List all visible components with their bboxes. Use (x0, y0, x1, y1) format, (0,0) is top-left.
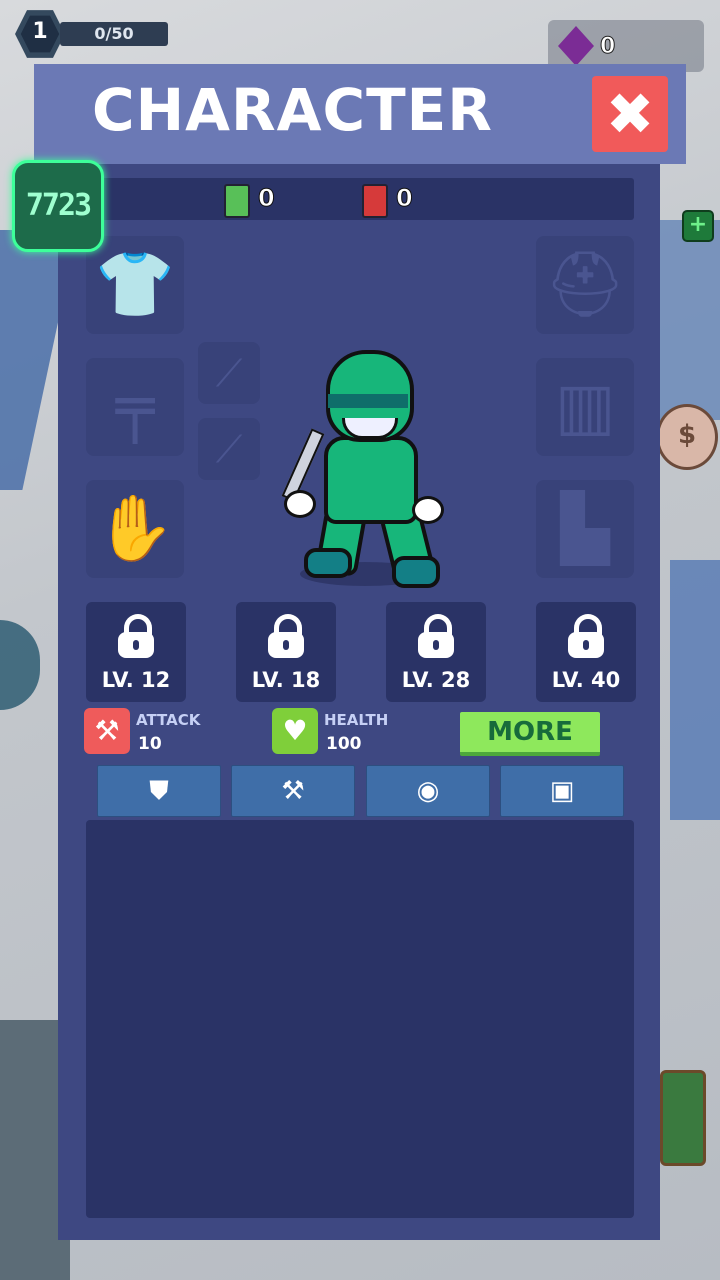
tab-armor[interactable]: ⛊ (97, 765, 221, 817)
green-cash-count: 0 (258, 184, 276, 213)
more-button[interactable]: MORE (460, 712, 600, 756)
glove-slot[interactable]: ✋ (86, 480, 184, 578)
whip-slot[interactable]: ⟋ (198, 418, 260, 480)
helmet-slot[interactable]: ⛑ (536, 236, 634, 334)
heart-icon: ♥ (272, 708, 318, 754)
unlock-level-label: LV. 40 (551, 668, 621, 692)
xp-progress-bar: 0/50 (60, 22, 168, 46)
health-label: HEALTH (324, 711, 389, 729)
inventory-list (86, 820, 634, 1218)
tab-pets[interactable]: ◉ (366, 765, 490, 817)
anvil-icon: ⚒ (84, 708, 130, 754)
coin-counter: 7723 (12, 160, 104, 252)
helmet-icon: ⛑ (544, 248, 626, 322)
add-currency-button[interactable]: + (682, 210, 714, 242)
gem-count: 0 (599, 34, 616, 60)
locked-slot[interactable]: LV. 28 (386, 602, 486, 702)
unlock-level-label: LV. 18 (251, 668, 321, 692)
armor-tab-icon: ⛊ (149, 776, 169, 806)
shirt-slot[interactable]: 👕 (86, 236, 184, 334)
character-model[interactable] (280, 350, 444, 590)
attack-label: ATTACK (136, 711, 201, 729)
pet-tab-icon: ◉ (416, 776, 440, 806)
tab-weapons[interactable]: ⚒ (231, 765, 355, 817)
page-title: CHARACTER (92, 76, 493, 144)
level-number: 1 (32, 19, 48, 44)
red-cash-count: 0 (396, 184, 414, 213)
locked-slot[interactable]: LV. 12 (86, 602, 186, 702)
player-level-badge: 1 (14, 8, 66, 60)
vest-slot[interactable]: ▥ (536, 358, 634, 456)
ice-rock (0, 620, 40, 710)
ice-rock (670, 560, 720, 820)
weapon-slot[interactable]: ╤ (86, 358, 184, 456)
unlock-level-label: LV. 28 (401, 668, 471, 692)
lock-icon (418, 614, 454, 658)
vest-icon: ▥ (554, 370, 616, 444)
chest-tab-icon: ▣ (549, 776, 575, 806)
boot-icon: ▙ (560, 492, 610, 566)
tab-chests[interactable]: ▣ (500, 765, 624, 817)
health-value: 100 (326, 734, 362, 754)
locked-slot[interactable]: LV. 18 (236, 602, 336, 702)
unlock-level-label: LV. 12 (101, 668, 171, 692)
green-cash-icon (224, 184, 250, 218)
locked-slot[interactable]: LV. 40 (536, 602, 636, 702)
shirt-icon: 👕 (95, 248, 175, 322)
shovel-slot[interactable]: ⟋ (198, 342, 260, 404)
close-button[interactable]: ✖ (592, 76, 668, 152)
attack-value: 10 (138, 734, 162, 754)
lock-icon (268, 614, 304, 658)
lock-icon (118, 614, 154, 658)
red-cash-icon (362, 184, 388, 218)
whip-icon: ⟋ (215, 427, 243, 471)
rifle-icon: ╤ (115, 370, 155, 444)
boot-slot[interactable]: ▙ (536, 480, 634, 578)
lock-icon (568, 614, 604, 658)
ice-rock (660, 220, 720, 420)
axe-tab-icon: ⚒ (281, 776, 305, 806)
piggy-bank-icon[interactable]: $ (656, 404, 718, 470)
shovel-icon: ⟋ (215, 351, 243, 395)
backpack-icon[interactable] (660, 1070, 706, 1166)
glove-icon: ✋ (95, 492, 175, 566)
currency-bar (86, 178, 634, 220)
